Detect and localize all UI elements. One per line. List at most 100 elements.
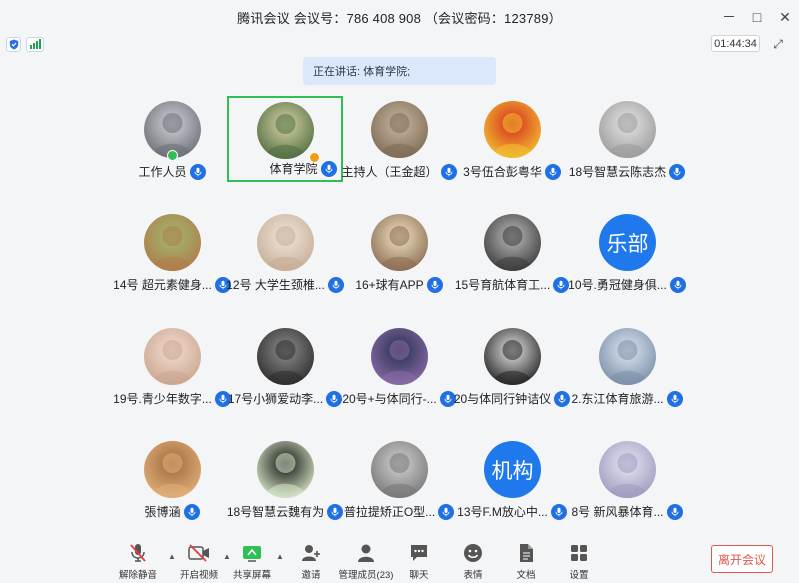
settings-label: 设置 <box>569 570 589 581</box>
meeting-timer: 01:44:34 <box>711 35 760 52</box>
reaction-button[interactable]: 表情 <box>443 542 503 581</box>
avatar-photo-icon <box>371 441 428 498</box>
avatar-photo-icon <box>599 441 656 498</box>
participant-name: 18号智慧云魏有为 <box>226 505 325 519</box>
participant-name-row: 工作人员 <box>98 163 246 180</box>
bottom-toolbar: 解除静音 ▲ 开启视频 ▲ 共享屏幕 ▲ 邀请 管理成员(23) 聊天 表情 文… <box>0 538 799 583</box>
participant-name: 8号 新风暴体育... <box>571 505 664 519</box>
start-video-label: 开启视频 <box>179 570 218 581</box>
members-icon <box>358 544 374 562</box>
manage-members-button[interactable]: 管理成员(23) <box>336 542 396 581</box>
participant-name: 15号育航体育工... <box>454 278 551 292</box>
window-title: 腾讯会议 会议号：786 408 908 （会议密码：123789） <box>237 10 562 26</box>
emoji-icon <box>464 544 482 562</box>
window-controls: － □ ✕ <box>715 0 799 34</box>
share-screen-icon <box>243 546 261 562</box>
participant-avatar <box>257 328 314 385</box>
participant-name: 12号 大学生颈椎... <box>226 278 325 292</box>
avatar-photo-icon <box>257 441 314 498</box>
participant-name: 20与体同行钟诘仪 <box>453 392 552 406</box>
minimize-button[interactable]: － <box>715 3 743 31</box>
avatar-photo-icon <box>257 214 314 271</box>
avatar-photo-icon <box>144 441 201 498</box>
participant-name: 普拉提矫正O型... <box>343 505 436 519</box>
avatar-text: 机构 <box>484 441 541 498</box>
shield-icon[interactable] <box>6 37 21 52</box>
participant-avatar <box>599 101 656 158</box>
participant-avatar <box>144 214 201 271</box>
docs-button[interactable]: 文档 <box>496 542 556 581</box>
participant-avatar <box>371 328 428 385</box>
fullscreen-icon[interactable]: ⤢ <box>770 36 786 52</box>
reaction-label: 表情 <box>463 570 483 581</box>
participant-avatar <box>599 328 656 385</box>
invite-icon <box>302 545 320 561</box>
unmute-label: 解除静音 <box>118 570 157 581</box>
participant-name-row: 8号 新风暴体育... <box>553 503 701 520</box>
participant-avatar <box>257 441 314 498</box>
mic-icon[interactable] <box>189 163 206 180</box>
participant-avatar: 机构 <box>484 441 541 498</box>
mic-icon[interactable] <box>669 163 686 180</box>
avatar-text: 乐部 <box>599 214 656 271</box>
participant-name: 13号F.M放心中... <box>457 505 548 519</box>
settings-button[interactable]: 设置 <box>549 542 609 581</box>
avatar-photo-icon <box>599 101 656 158</box>
speaking-indicator: 正在讲话: 体育学院; <box>303 57 496 85</box>
avatar-photo-icon <box>371 328 428 385</box>
participant-name: 体育学院 <box>269 162 318 176</box>
participant-name: 20号+与体同行-... <box>342 392 437 406</box>
avatar-photo-icon <box>599 328 656 385</box>
leave-meeting-button[interactable]: 离开会议 <box>711 545 773 573</box>
participant-name: 2.东江体育旅游... <box>571 392 664 406</box>
participant-avatar <box>484 101 541 158</box>
share-screen-button[interactable]: 共享屏幕 <box>222 542 282 581</box>
participant-name: 主持人（王金超） <box>341 165 438 179</box>
avatar-photo-icon <box>371 101 428 158</box>
participant-avatar <box>144 441 201 498</box>
participant-avatar: 乐部 <box>599 214 656 271</box>
participant-tile[interactable]: 乐部 10号.勇冠健身俱... <box>553 214 701 294</box>
participant-name: 17号小狮爱动李... <box>227 392 324 406</box>
chat-button[interactable]: 聊天 <box>389 542 449 581</box>
invite-button[interactable]: 邀请 <box>281 542 341 581</box>
close-button[interactable]: ✕ <box>771 3 799 31</box>
maximize-button[interactable]: □ <box>743 3 771 31</box>
signal-strength-icon[interactable] <box>26 37 44 52</box>
mic-icon[interactable] <box>183 503 200 520</box>
share-screen-label: 共享屏幕 <box>232 570 271 581</box>
participant-tile[interactable]: 8号 新风暴体育... <box>553 441 701 521</box>
document-icon <box>520 544 533 562</box>
avatar-photo-icon <box>484 101 541 158</box>
mic-icon[interactable] <box>666 503 683 520</box>
mic-icon[interactable] <box>666 390 683 407</box>
chat-label: 聊天 <box>409 570 429 581</box>
participant-tile[interactable]: 18号智慧云陈志杰 <box>553 101 701 181</box>
mic-icon[interactable] <box>669 276 686 293</box>
docs-label: 文档 <box>516 570 536 581</box>
unmute-button[interactable]: 解除静音 <box>108 542 168 581</box>
participant-name: 19号.青少年数字... <box>113 392 212 406</box>
participant-tile[interactable]: 2.东江体育旅游... <box>553 328 701 408</box>
participant-tile[interactable]: 工作人员 <box>98 101 246 181</box>
muted-mic-icon <box>130 544 146 562</box>
video-off-icon <box>188 544 209 562</box>
start-video-button[interactable]: 开启视频 <box>169 542 229 581</box>
participant-name: 16+球有APP <box>355 278 424 292</box>
avatar-photo-icon <box>484 328 541 385</box>
participant-avatar <box>257 102 314 159</box>
participant-avatar <box>484 328 541 385</box>
title-bar: 腾讯会议 会议号：786 408 908 （会议密码：123789） － □ ✕ <box>0 0 799 34</box>
invite-label: 邀请 <box>301 570 321 581</box>
avatar-photo-icon <box>144 214 201 271</box>
participant-name-row: 2.东江体育旅游... <box>553 390 701 407</box>
avatar-photo-icon <box>257 328 314 385</box>
participant-avatar <box>371 101 428 158</box>
manage-members-label: 管理成员(23) <box>338 570 394 581</box>
chat-icon <box>411 545 427 561</box>
participant-name-row: 18号智慧云陈志杰 <box>553 163 701 180</box>
participant-name-row: 10号.勇冠健身俱... <box>553 276 701 293</box>
participant-avatar <box>257 214 314 271</box>
avatar-photo-icon <box>144 328 201 385</box>
participant-avatar <box>371 441 428 498</box>
